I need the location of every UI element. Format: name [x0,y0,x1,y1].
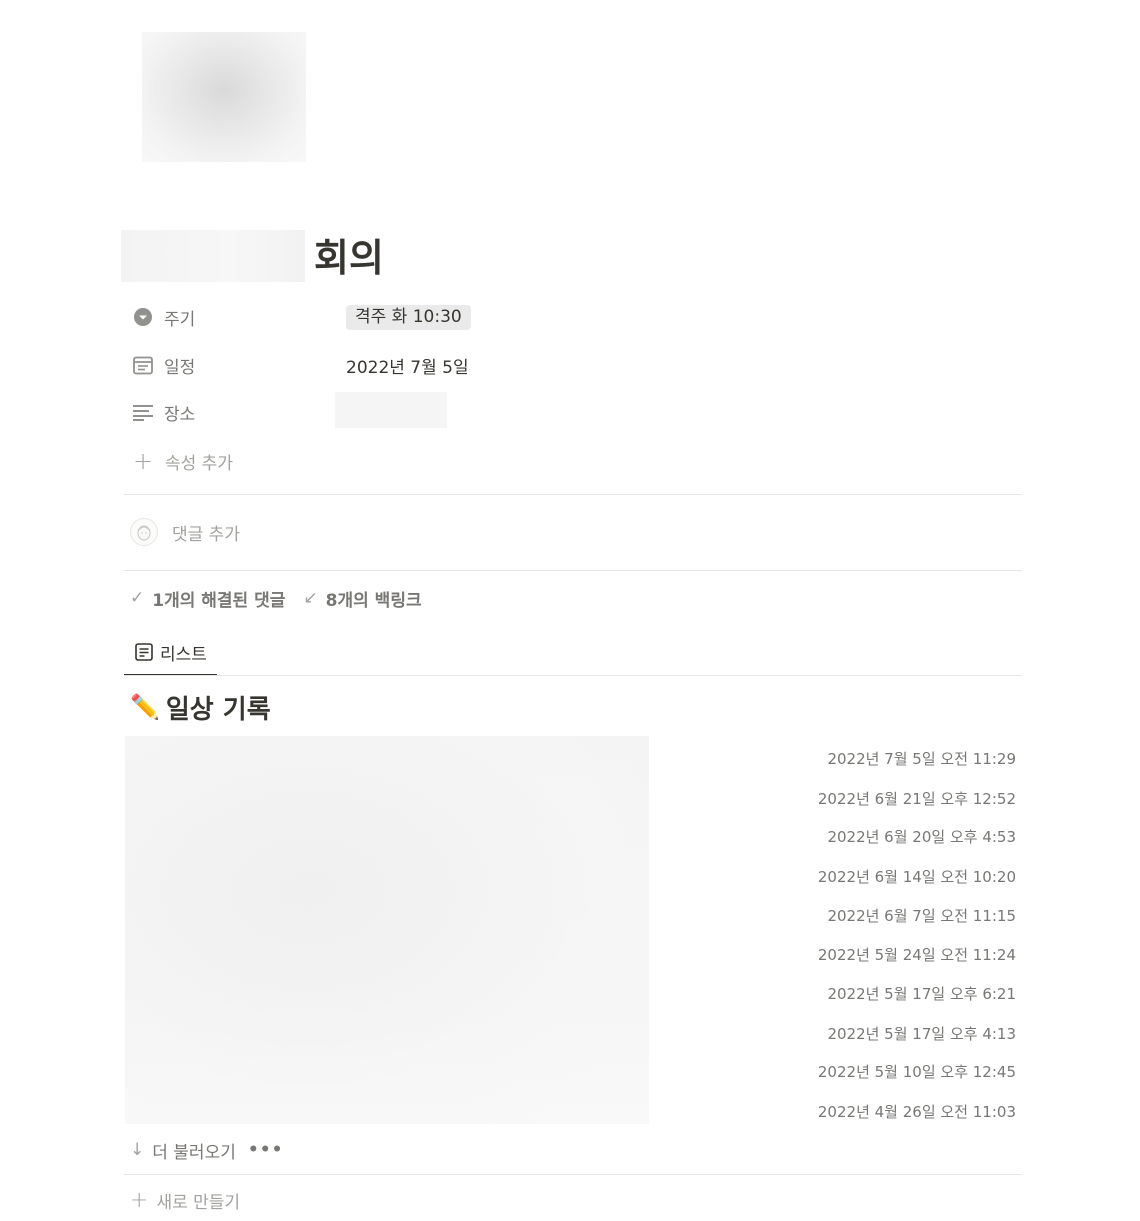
list-item[interactable]: 2022년 5월 17일 오후 6:21 [124,975,1022,1011]
page-icon-image[interactable] [142,32,306,162]
pencil-icon: ✏️ [130,693,160,721]
divider [124,570,1022,571]
plus-icon: + [130,1187,149,1213]
comment-input[interactable]: 댓글 추가 [172,520,240,545]
calendar-icon [130,352,156,378]
plus-icon: + [132,447,154,475]
add-property-button[interactable]: + 속성 추가 [130,445,233,477]
list-view-icon [134,642,154,662]
property-name: 장소 [164,404,196,425]
backlinks-label: 8개의 백링크 [325,590,422,611]
list-item-date: 2022년 6월 7일 오전 11:15 [827,907,1016,925]
resolved-comments-label: 1개의 해결된 댓글 [152,590,286,611]
title-redacted-region [121,230,305,282]
list-item-date: 2022년 5월 10일 오후 12:45 [817,1063,1016,1081]
list-item-date: 2022년 6월 21일 오후 12:52 [817,790,1016,808]
meta-row: ✓ 1개의 해결된 댓글 ↙ 8개의 백링크 [130,584,440,612]
divider [124,1174,1022,1175]
page-title[interactable]: 회의 [314,232,384,284]
list-item[interactable]: 2022년 5월 10일 오후 12:45 [124,1053,1022,1089]
property-name: 일정 [164,357,196,378]
property-row-cycle[interactable]: 주기 격주 화 10:30 [130,300,1030,334]
divider [124,494,1022,495]
load-more-label: 더 불러오기 [152,1142,236,1163]
list-item[interactable]: 2022년 5월 17일 오후 4:13 [124,1015,1022,1051]
select-tag[interactable]: 격주 화 10:30 [346,304,471,330]
checkmark-icon: ✓ [130,588,145,608]
property-row-schedule[interactable]: 일정 2022년 7월 5일 [130,348,1030,382]
list-item-date: 2022년 5월 17일 오후 4:13 [827,1025,1016,1043]
load-more-button[interactable]: ↓ 더 불러오기 ••• [130,1136,283,1164]
list-item[interactable]: 2022년 6월 21일 오후 12:52 [124,780,1022,816]
list-item-date: 2022년 5월 24일 오전 11:24 [817,946,1016,964]
tab-label: 리스트 [160,644,207,665]
text-lines-icon [130,399,156,425]
new-item-button[interactable]: + 새로 만들기 [130,1186,240,1214]
list-item[interactable]: 2022년 4월 26일 오전 11:03 [124,1093,1022,1129]
tab-list-view[interactable]: 리스트 [124,630,217,676]
list-item-date: 2022년 7월 5일 오전 11:29 [827,750,1016,768]
resolved-comments-link[interactable]: ✓ 1개의 해결된 댓글 [130,586,285,611]
arrow-down-icon: ↓ [130,1140,145,1160]
list-item[interactable]: 2022년 6월 14일 오전 10:20 [124,858,1022,894]
property-name: 주기 [164,309,196,330]
ellipsis-icon[interactable]: ••• [248,1140,284,1160]
list-item[interactable]: 2022년 6월 7일 오전 11:15 [124,897,1022,933]
database-title[interactable]: ✏️ 일상 기록 [130,688,271,726]
database-view-tabs: 리스트 [124,630,1022,676]
tabs-underline [124,675,1022,676]
list-item[interactable]: 2022년 5월 24일 오전 11:24 [124,936,1022,972]
new-item-label: 새로 만들기 [156,1192,241,1213]
list-item-date: 2022년 6월 20일 오후 4:53 [827,828,1016,846]
list-item[interactable]: 2022년 6월 20일 오후 4:53 [124,818,1022,854]
add-comment-row[interactable]: 댓글 추가 [130,514,240,550]
arrow-down-left-icon: ↙ [303,588,318,608]
list-item-date: 2022년 6월 14일 오전 10:20 [817,868,1016,886]
database-title-text: 일상 기록 [165,694,271,725]
add-property-label: 속성 추가 [165,453,233,474]
select-icon [130,304,156,330]
notion-page: 회의 주기 격주 화 10:30 일정 2022년 7월 5일 장소 + 속성 … [0,0,1140,1221]
list-item-date: 2022년 5월 17일 오후 6:21 [827,985,1016,1003]
backlinks-link[interactable]: ↙ 8개의 백링크 [303,586,421,611]
avatar [130,518,158,546]
list-item-date: 2022년 4월 26일 오전 11:03 [817,1103,1016,1121]
place-value-redacted [335,392,447,428]
list-item[interactable]: 2022년 7월 5일 오전 11:29 [124,740,1022,776]
property-value[interactable]: 2022년 7월 5일 [346,353,469,378]
property-row-place[interactable]: 장소 [130,395,1030,429]
property-value[interactable]: 격주 화 10:30 [346,304,471,330]
